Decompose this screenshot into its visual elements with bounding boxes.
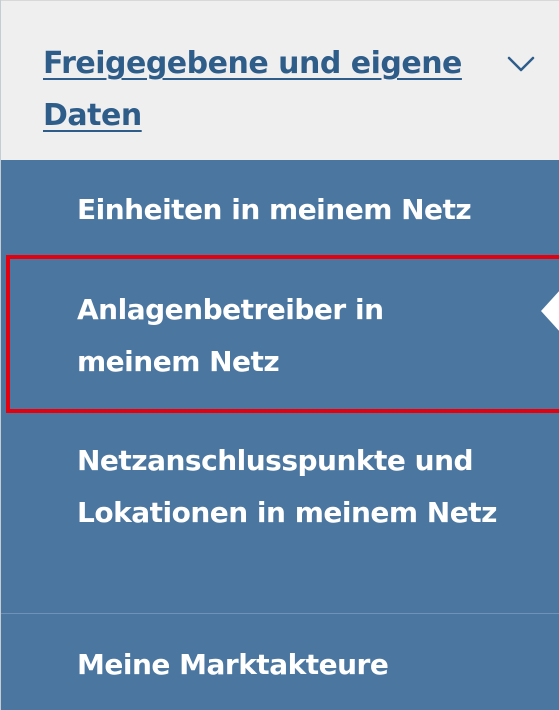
- sidebar-navigation: Freigegebene und eigene Daten Einheiten …: [0, 0, 559, 710]
- chevron-down-icon[interactable]: [504, 51, 538, 77]
- section-title-link[interactable]: Freigegebene und eigene Daten: [43, 38, 463, 142]
- nav-item-netzanschlusspunkte[interactable]: Netzanschlusspunkte und Lokationen in me…: [1, 413, 559, 613]
- nav-item-anlagenbetreiber[interactable]: Anlagenbetreiber in meinem Netz: [6, 255, 559, 413]
- nav-item-label: Meine Marktakteure: [77, 648, 389, 681]
- active-indicator-arrow: [541, 289, 559, 333]
- nav-item-einheiten[interactable]: Einheiten in meinem Netz: [1, 160, 559, 263]
- section-header[interactable]: Freigegebene und eigene Daten: [1, 0, 559, 160]
- nav-item-label: Netzanschlusspunkte und Lokationen in me…: [77, 444, 497, 529]
- nav-item-marktakteure[interactable]: Meine Marktakteure: [1, 613, 559, 710]
- nav-item-label: Anlagenbetreiber in meinem Netz: [77, 293, 384, 378]
- nav-item-label: Einheiten in meinem Netz: [77, 193, 472, 226]
